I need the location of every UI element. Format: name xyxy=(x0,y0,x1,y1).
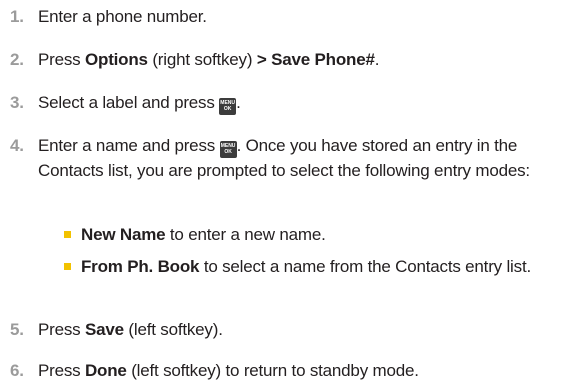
step-4: 4. Enter a name and press MENU OK. Once y… xyxy=(10,133,575,183)
step-number: 2. xyxy=(10,50,24,69)
step-number: 1. xyxy=(10,7,24,26)
instruction-list: 1. Enter a phone number. 2. Press Option… xyxy=(0,0,579,387)
save-label: Save xyxy=(84,320,124,339)
step-text: Enter a phone number. xyxy=(38,7,207,26)
save-phone-label: > Save Phone# xyxy=(256,50,375,69)
step-5: 5. Press Save (left softkey). xyxy=(10,317,575,342)
step-2: 2. Press Options (right softkey) > Save … xyxy=(10,47,575,72)
step-text: Press Options (right softkey) > Save Pho… xyxy=(38,50,380,69)
bullet-square-icon xyxy=(64,231,71,238)
step-number: 6. xyxy=(10,361,24,380)
step-text: Select a label and press MENU OK. xyxy=(38,90,575,115)
step-number: 5. xyxy=(10,320,24,339)
step-number: 4. xyxy=(10,136,24,155)
step-number: 3. xyxy=(10,93,24,112)
step-3: 3. Select a label and press MENU OK. xyxy=(10,90,575,115)
bullet-square-icon xyxy=(64,263,71,270)
options-label: Options xyxy=(84,50,148,69)
step-text: Press Done (left softkey) to return to s… xyxy=(38,361,419,380)
sub-item-new-name: New Name to enter a new name. xyxy=(64,222,564,247)
step-text: Enter a name and press MENU OK. Once you … xyxy=(38,136,530,180)
step-1: 1. Enter a phone number. xyxy=(10,4,575,29)
menu-ok-key-icon: MENU OK xyxy=(219,98,237,115)
sub-item-from-ph-book: From Ph. Book to select a name from the … xyxy=(64,254,564,279)
done-label: Done xyxy=(84,361,127,380)
menu-ok-key-icon: MENU OK xyxy=(219,141,237,158)
step-text: Press Save (left softkey). xyxy=(38,320,223,339)
step-6: 6. Press Done (left softkey) to return t… xyxy=(10,358,575,383)
sub-item-text: New Name to enter a new name. xyxy=(81,225,326,244)
sub-item-text: From Ph. Book to select a name from the … xyxy=(81,257,531,276)
